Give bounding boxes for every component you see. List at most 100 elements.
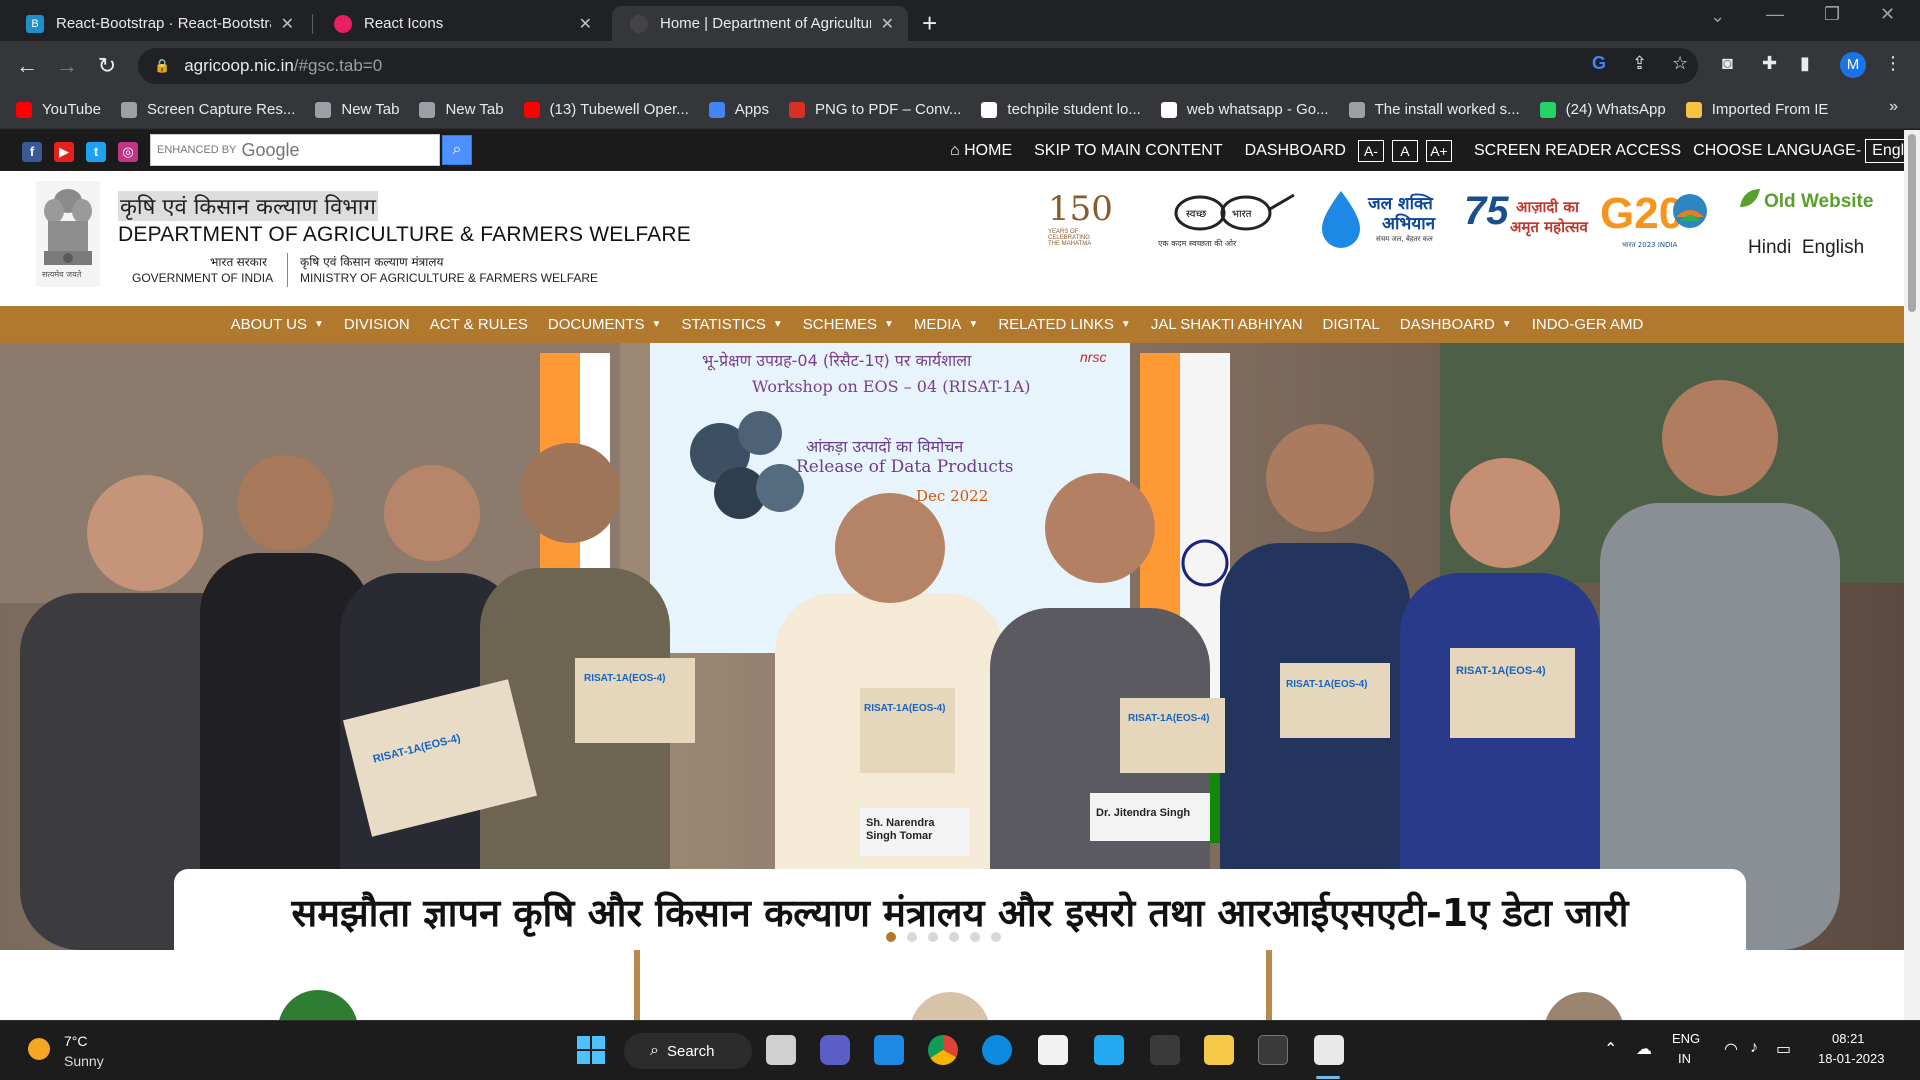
nav-item-documents[interactable]: DOCUMENTS ▼	[548, 316, 662, 333]
instagram-icon[interactable]: ◎	[118, 142, 138, 162]
weather-sun-icon[interactable]	[28, 1038, 50, 1060]
bookmark-item[interactable]: web whatsapp - Go...	[1160, 101, 1329, 118]
nav-item-jal-shakti-abhiyan[interactable]: JAL SHAKTI ABHIYAN	[1151, 316, 1303, 333]
feature-card[interactable]	[0, 950, 634, 1020]
scrollbar-thumb[interactable]	[1908, 134, 1916, 312]
carousel-dot[interactable]	[928, 932, 938, 942]
weather-condition[interactable]: Sunny	[64, 1053, 104, 1069]
dashboard-link[interactable]: DASHBOARD	[1245, 142, 1346, 160]
hero-carousel[interactable]: भू-प्रेक्षण उपग्रह-04 (रिसैट-1ए) पर कार्…	[0, 343, 1904, 950]
minimize-button[interactable]: —	[1766, 4, 1784, 25]
teams-chat-icon[interactable]	[820, 1035, 850, 1065]
bookmark-item[interactable]: YouTube	[16, 101, 101, 118]
font-increase-button[interactable]: A+	[1425, 139, 1452, 162]
nav-item-schemes[interactable]: SCHEMES ▼	[803, 316, 894, 333]
nav-item-dashboard[interactable]: DASHBOARD ▼	[1400, 316, 1512, 333]
font-normal-button[interactable]: A	[1391, 139, 1418, 162]
browser-tab-react-bootstrap[interactable]: B React-Bootstrap · React-Bootstrap ✕	[8, 6, 308, 41]
input-language-bottom[interactable]: IN	[1678, 1051, 1691, 1066]
close-window-button[interactable]: ✕	[1880, 4, 1895, 25]
task-view-icon[interactable]	[766, 1035, 796, 1065]
gandhi-150-logo[interactable]: 150 YEARS OF CELEBRATING THE MAHATMA	[1048, 189, 1134, 255]
forward-arrow-icon[interactable]: →	[52, 51, 82, 81]
bookmark-item[interactable]: (13) Tubewell Oper...	[523, 101, 689, 118]
bookmark-item[interactable]: Apps	[708, 101, 769, 118]
chrome-menu-icon[interactable]: ⋮	[1884, 53, 1902, 74]
clock-time[interactable]: 08:21	[1832, 1031, 1865, 1046]
weather-temperature[interactable]: 7°C	[64, 1033, 88, 1049]
file-explorer-icon[interactable]	[1204, 1035, 1234, 1065]
mail-icon[interactable]	[874, 1035, 904, 1065]
nav-item-act-rules[interactable]: ACT & RULES	[430, 316, 528, 333]
swachh-bharat-logo[interactable]: स्वच्छ भारत एक कदम स्वच्छता की ओर	[1158, 189, 1298, 255]
vscode-icon[interactable]	[1094, 1035, 1124, 1065]
volume-icon[interactable]: ♪	[1750, 1039, 1758, 1057]
reload-icon[interactable]: ↻	[92, 51, 122, 81]
search-button[interactable]: ⌕	[442, 135, 472, 165]
back-arrow-icon[interactable]: ←	[12, 51, 42, 81]
twitter-icon[interactable]: t	[86, 142, 106, 162]
close-tab-icon[interactable]: ✕	[579, 14, 592, 34]
camera-extension-icon[interactable]: ◙	[1722, 53, 1733, 74]
bookmark-item[interactable]: techpile student lo...	[981, 101, 1141, 118]
edge-icon[interactable]	[982, 1035, 1012, 1065]
browser-tab-react-icons[interactable]: React Icons ✕	[316, 6, 606, 41]
terminal-icon[interactable]	[1258, 1035, 1288, 1065]
bookmark-item[interactable]: Screen Capture Res...	[120, 101, 295, 118]
language-select[interactable]: English⌄	[1865, 138, 1904, 163]
microsoft-store-icon[interactable]	[1038, 1035, 1068, 1065]
nav-item-media[interactable]: MEDIA ▼	[914, 316, 978, 333]
carousel-dot[interactable]	[970, 932, 980, 942]
chrome-icon[interactable]	[928, 1035, 958, 1065]
google-lens-icon[interactable]: G	[1592, 53, 1606, 74]
youtube-icon[interactable]: ▶	[54, 142, 74, 162]
side-panel-icon[interactable]: ▮	[1800, 53, 1810, 74]
address-bar[interactable]: 🔒 agricoop.nic.in/#gsc.tab=0	[138, 48, 1698, 84]
bookmark-item[interactable]: (24) WhatsApp	[1539, 101, 1666, 118]
nav-item-about-us[interactable]: ABOUT US ▼	[231, 316, 324, 333]
start-windows-icon[interactable]	[576, 1035, 606, 1065]
new-tab-button[interactable]: +	[922, 8, 937, 39]
bookmark-item[interactable]: PNG to PDF – Conv...	[788, 101, 961, 118]
page-scrollbar[interactable]	[1904, 130, 1920, 1020]
tab-search-icon[interactable]: ⌄	[1710, 6, 1725, 27]
nav-item-indo-ger-amd[interactable]: INDO-GER AMD	[1532, 316, 1644, 333]
input-language-top[interactable]: ENG	[1672, 1031, 1700, 1046]
lock-icon[interactable]: 🔒	[154, 58, 170, 74]
close-tab-icon[interactable]: ✕	[881, 14, 894, 34]
nav-item-digital[interactable]: DIGITAL	[1323, 316, 1380, 333]
bookmark-item[interactable]: New Tab	[419, 101, 504, 118]
bookmark-item[interactable]: The install worked s...	[1348, 101, 1520, 118]
bookmark-item[interactable]: Imported From IE	[1685, 101, 1828, 118]
wifi-icon[interactable]: ◠	[1724, 1039, 1738, 1059]
share-icon[interactable]: ⇪	[1632, 53, 1647, 74]
snipping-tool-icon[interactable]	[1314, 1035, 1344, 1065]
azadi-ka-amrit-mahotsav-logo[interactable]: 75 आज़ादी का अमृत महोत्सव	[1464, 189, 1592, 255]
old-website-link[interactable]: Old Website	[1764, 191, 1873, 213]
nav-item-division[interactable]: DIVISION	[344, 316, 410, 333]
profile-avatar[interactable]: M	[1840, 52, 1866, 78]
carousel-dot[interactable]	[886, 932, 896, 942]
cloud-offline-icon[interactable]: ☁	[1636, 1039, 1652, 1059]
feature-card[interactable]	[640, 950, 1266, 1020]
snipping-pen-icon[interactable]	[1150, 1035, 1180, 1065]
carousel-dot[interactable]	[949, 932, 959, 942]
site-search-input[interactable]: ENHANCED BY Google	[150, 134, 440, 166]
bookmark-item[interactable]: New Tab	[315, 101, 399, 118]
browser-tab-agriculture[interactable]: Home | Department of Agriculture ✕	[612, 6, 908, 41]
carousel-dot[interactable]	[907, 932, 917, 942]
extensions-puzzle-icon[interactable]: ✚	[1762, 53, 1777, 74]
nav-item-statistics[interactable]: STATISTICS ▼	[681, 316, 782, 333]
bookmark-star-icon[interactable]: ☆	[1672, 53, 1688, 74]
battery-icon[interactable]: ▭	[1776, 1039, 1791, 1059]
clock-date[interactable]: 18-01-2023	[1818, 1051, 1885, 1066]
restore-button[interactable]: ❐	[1824, 4, 1840, 25]
g20-logo[interactable]: G20 भारत 2023 INDIA	[1600, 189, 1712, 255]
facebook-icon[interactable]: f	[22, 142, 42, 162]
taskbar-search[interactable]: ⌕ Search	[624, 1033, 752, 1069]
more-bookmarks-icon[interactable]: »	[1889, 98, 1898, 116]
feature-card[interactable]	[1272, 950, 1904, 1020]
close-tab-icon[interactable]: ✕	[281, 14, 294, 34]
skip-to-main-link[interactable]: SKIP TO MAIN CONTENT	[1034, 142, 1222, 160]
home-link[interactable]: ⌂ HOME	[950, 142, 1012, 160]
